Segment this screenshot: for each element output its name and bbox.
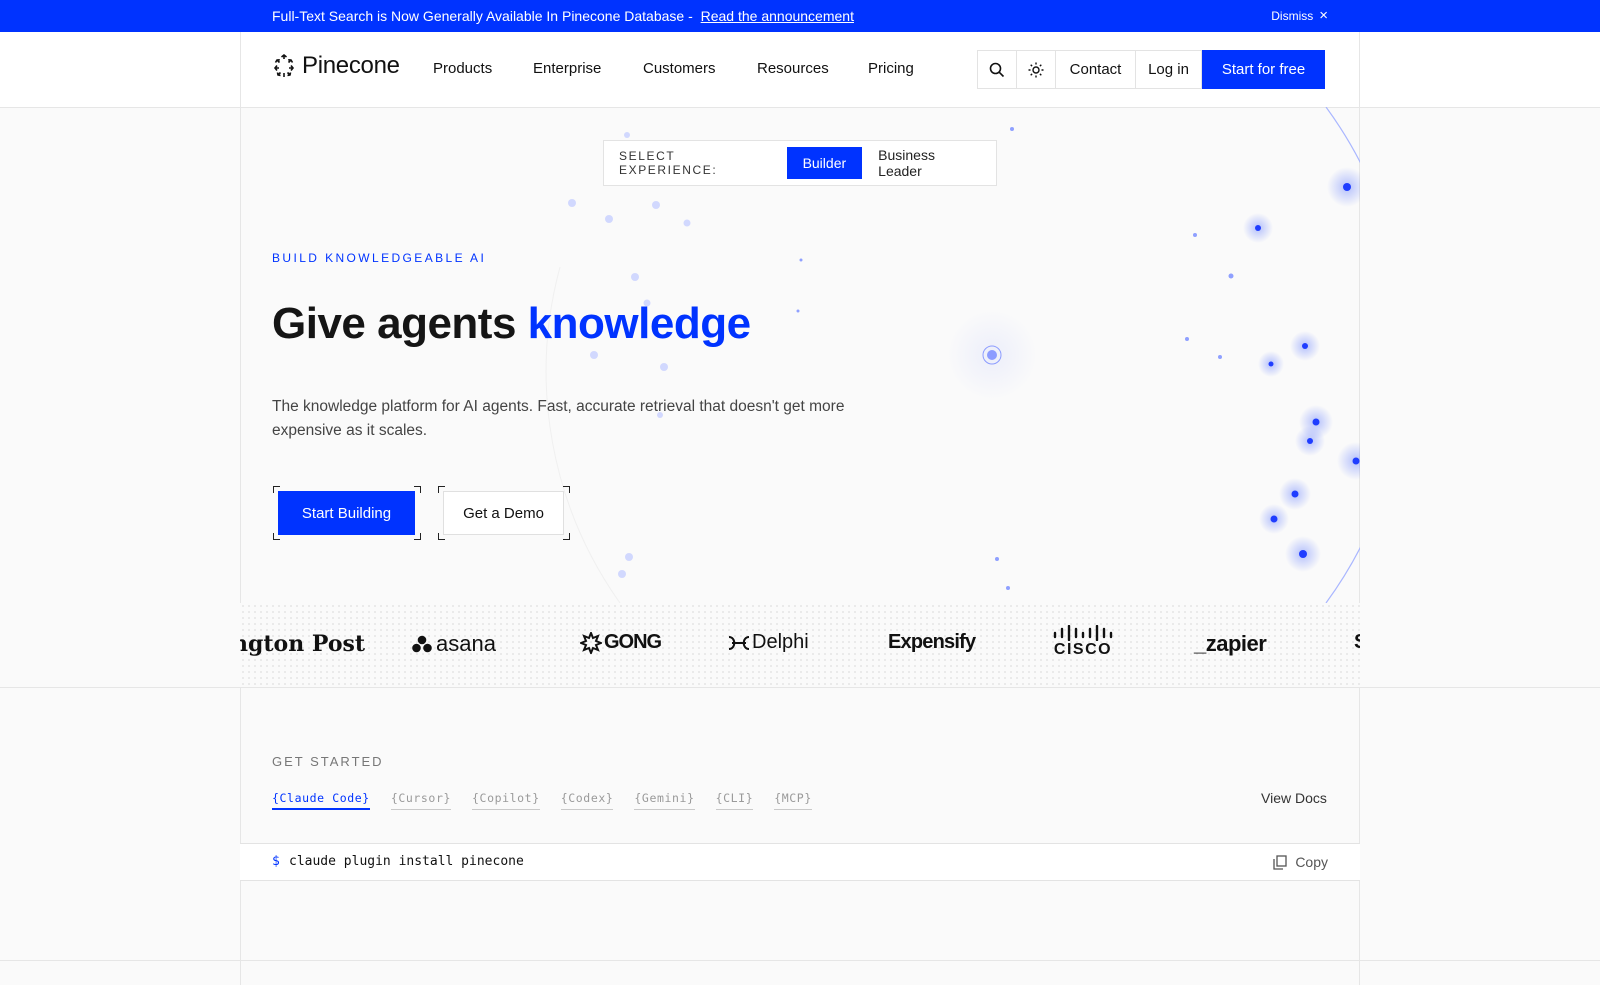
command-text: claude plugin install pinecone <box>289 854 524 869</box>
copy-label: Copy <box>1295 854 1328 870</box>
hero-eyebrow: BUILD KNOWLEDGEABLE AI <box>272 251 487 265</box>
tab-copilot[interactable]: {Copilot} <box>472 791 540 810</box>
contact-button[interactable]: Contact <box>1055 50 1136 89</box>
nav-item-products[interactable]: Products <box>433 60 533 77</box>
corner-mark <box>414 533 421 540</box>
dismiss-label: Dismiss <box>1271 9 1314 23</box>
nav-item-enterprise[interactable]: Enterprise <box>533 60 643 77</box>
theme-toggle-button[interactable] <box>1016 50 1056 89</box>
hero-subtitle: The knowledge platform for AI agents. Fa… <box>272 398 845 439</box>
cisco-logo: CISCO <box>1052 625 1114 659</box>
announcement-message: Full-Text Search is Now Generally Availa… <box>272 8 854 24</box>
start-for-free-button[interactable]: Start for free <box>1202 50 1325 89</box>
dismiss-button[interactable]: Dismiss × <box>1271 7 1328 24</box>
asana-logo: asana <box>412 631 496 657</box>
announcement-link[interactable]: Read the announcement <box>701 8 854 24</box>
nav-item-resources[interactable]: Resources <box>757 60 868 77</box>
gong-wordmark: GONG <box>604 631 662 653</box>
tab-gemini[interactable]: {Gemini} <box>634 791 695 810</box>
announcement-bar: Full-Text Search is Now Generally Availa… <box>0 0 1600 32</box>
logo-track: ngton Post asana GONG Delphi Expensify C… <box>240 603 1360 687</box>
delphi-mark-icon <box>728 635 750 650</box>
tab-cli[interactable]: {CLI} <box>715 791 754 810</box>
hero-section: SELECT EXPERIENCE: Builder Business Lead… <box>240 107 1360 603</box>
tab-cursor[interactable]: {Cursor} <box>390 791 452 810</box>
asana-wordmark: asana <box>436 631 496 656</box>
start-building-button[interactable]: Start Building <box>278 491 415 535</box>
headline-plain: Give agents <box>272 299 516 348</box>
copy-button[interactable]: Copy <box>1273 854 1328 870</box>
headline-accent: knowledge <box>527 299 751 348</box>
command-prompt: $ <box>272 854 280 869</box>
option-builder[interactable]: Builder <box>786 147 863 179</box>
sun-icon <box>1028 62 1044 77</box>
view-docs-link[interactable]: View Docs <box>1261 790 1327 806</box>
washington-post-logo: ngton Post <box>240 631 366 657</box>
nav-actions: Contact Log in Start for free <box>977 50 1325 89</box>
select-experience-label: SELECT EXPERIENCE: <box>619 149 718 177</box>
gong-burst-icon <box>580 631 602 654</box>
copy-icon <box>1273 854 1287 870</box>
option-business-leader[interactable]: Business Leader <box>862 147 996 179</box>
announcement-text: Full-Text Search is Now Generally Availa… <box>272 8 693 24</box>
customer-logo-strip: ngton Post asana GONG Delphi Expensify C… <box>0 603 1600 687</box>
nav-item-customers[interactable]: Customers <box>643 60 757 77</box>
asana-dots-icon <box>412 635 432 653</box>
tab-codex[interactable]: {Codex} <box>560 791 614 810</box>
command-block: $ claude plugin install pinecone Copy <box>240 843 1360 881</box>
pinecone-logo[interactable]: Pinecone <box>272 52 400 80</box>
get-started-title: GET STARTED <box>272 754 384 769</box>
cisco-wordmark: CISCO <box>1053 641 1113 658</box>
tab-mcp[interactable]: {MCP} <box>774 791 812 810</box>
corner-mark <box>563 533 570 540</box>
partial-logo: S <box>1354 631 1360 654</box>
corner-mark <box>414 486 421 493</box>
delphi-wordmark: Delphi <box>752 631 809 653</box>
divider <box>0 687 1600 688</box>
login-button[interactable]: Log in <box>1135 50 1202 89</box>
search-button[interactable] <box>977 50 1017 89</box>
tool-tabs: {Claude Code} {Cursor} {Copilot} {Codex}… <box>272 791 833 810</box>
experience-selector: SELECT EXPERIENCE: Builder Business Lead… <box>603 140 997 186</box>
hero-headline: Give agents knowledge <box>272 299 751 349</box>
expensify-logo: Expensify <box>888 631 976 653</box>
cisco-bars-icon <box>1053 625 1113 641</box>
corner-mark <box>563 486 570 493</box>
zapier-logo: _zapier <box>1194 631 1267 656</box>
search-icon <box>989 62 1005 77</box>
nav-menu: Products Enterprise Customers Resources … <box>433 60 938 77</box>
get-a-demo-button[interactable]: Get a Demo <box>443 491 564 535</box>
logo-wordmark: Pinecone <box>302 52 400 79</box>
pinecone-mark-icon <box>273 53 295 77</box>
tab-claude-code[interactable]: {Claude Code} <box>272 791 370 810</box>
divider <box>0 960 1600 961</box>
close-icon: × <box>1319 7 1328 24</box>
gong-logo: GONG <box>580 631 662 654</box>
nav-item-pricing[interactable]: Pricing <box>868 60 938 77</box>
delphi-logo: Delphi <box>728 631 809 654</box>
